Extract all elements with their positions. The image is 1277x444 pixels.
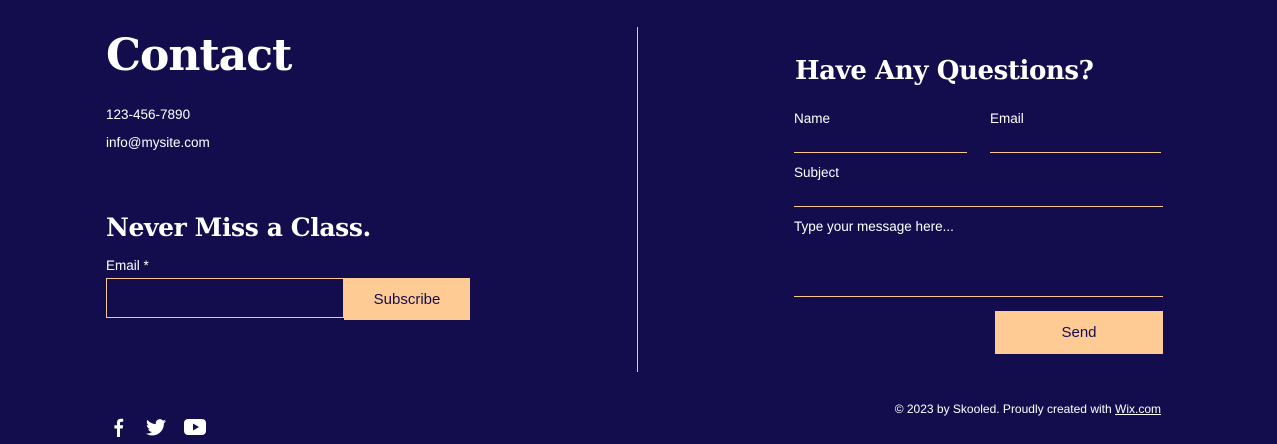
message-placeholder: Type your message here... xyxy=(794,219,954,234)
column-divider xyxy=(637,27,638,372)
contact-title: Contact xyxy=(106,30,292,81)
newsletter-email-label: Email * xyxy=(106,258,149,273)
message-field[interactable] xyxy=(794,296,1163,297)
email-label: Email xyxy=(990,111,1024,126)
newsletter-email-input[interactable] xyxy=(106,278,344,318)
subject-label: Subject xyxy=(794,165,840,180)
twitter-icon[interactable] xyxy=(145,417,167,437)
subscribe-button[interactable]: Subscribe xyxy=(344,278,470,320)
subject-field[interactable] xyxy=(794,206,1163,207)
email-field[interactable] xyxy=(990,152,1161,153)
newsletter-title: Never Miss a Class. xyxy=(106,213,371,242)
send-button[interactable]: Send xyxy=(995,311,1163,354)
facebook-icon[interactable] xyxy=(107,417,129,437)
name-field[interactable] xyxy=(794,152,967,153)
name-label: Name xyxy=(794,111,831,126)
contact-phone: 123-456-7890 xyxy=(106,107,191,122)
footer-copyright: © 2023 by Skooled. Proudly created with … xyxy=(895,402,1161,416)
questions-title: Have Any Questions? xyxy=(795,56,1094,86)
contact-email: info@mysite.com xyxy=(106,135,210,150)
youtube-icon[interactable] xyxy=(184,417,206,437)
copyright-text: © 2023 by Skooled. Proudly created with xyxy=(894,402,1115,416)
wix-link[interactable]: Wix.com xyxy=(1115,402,1161,416)
